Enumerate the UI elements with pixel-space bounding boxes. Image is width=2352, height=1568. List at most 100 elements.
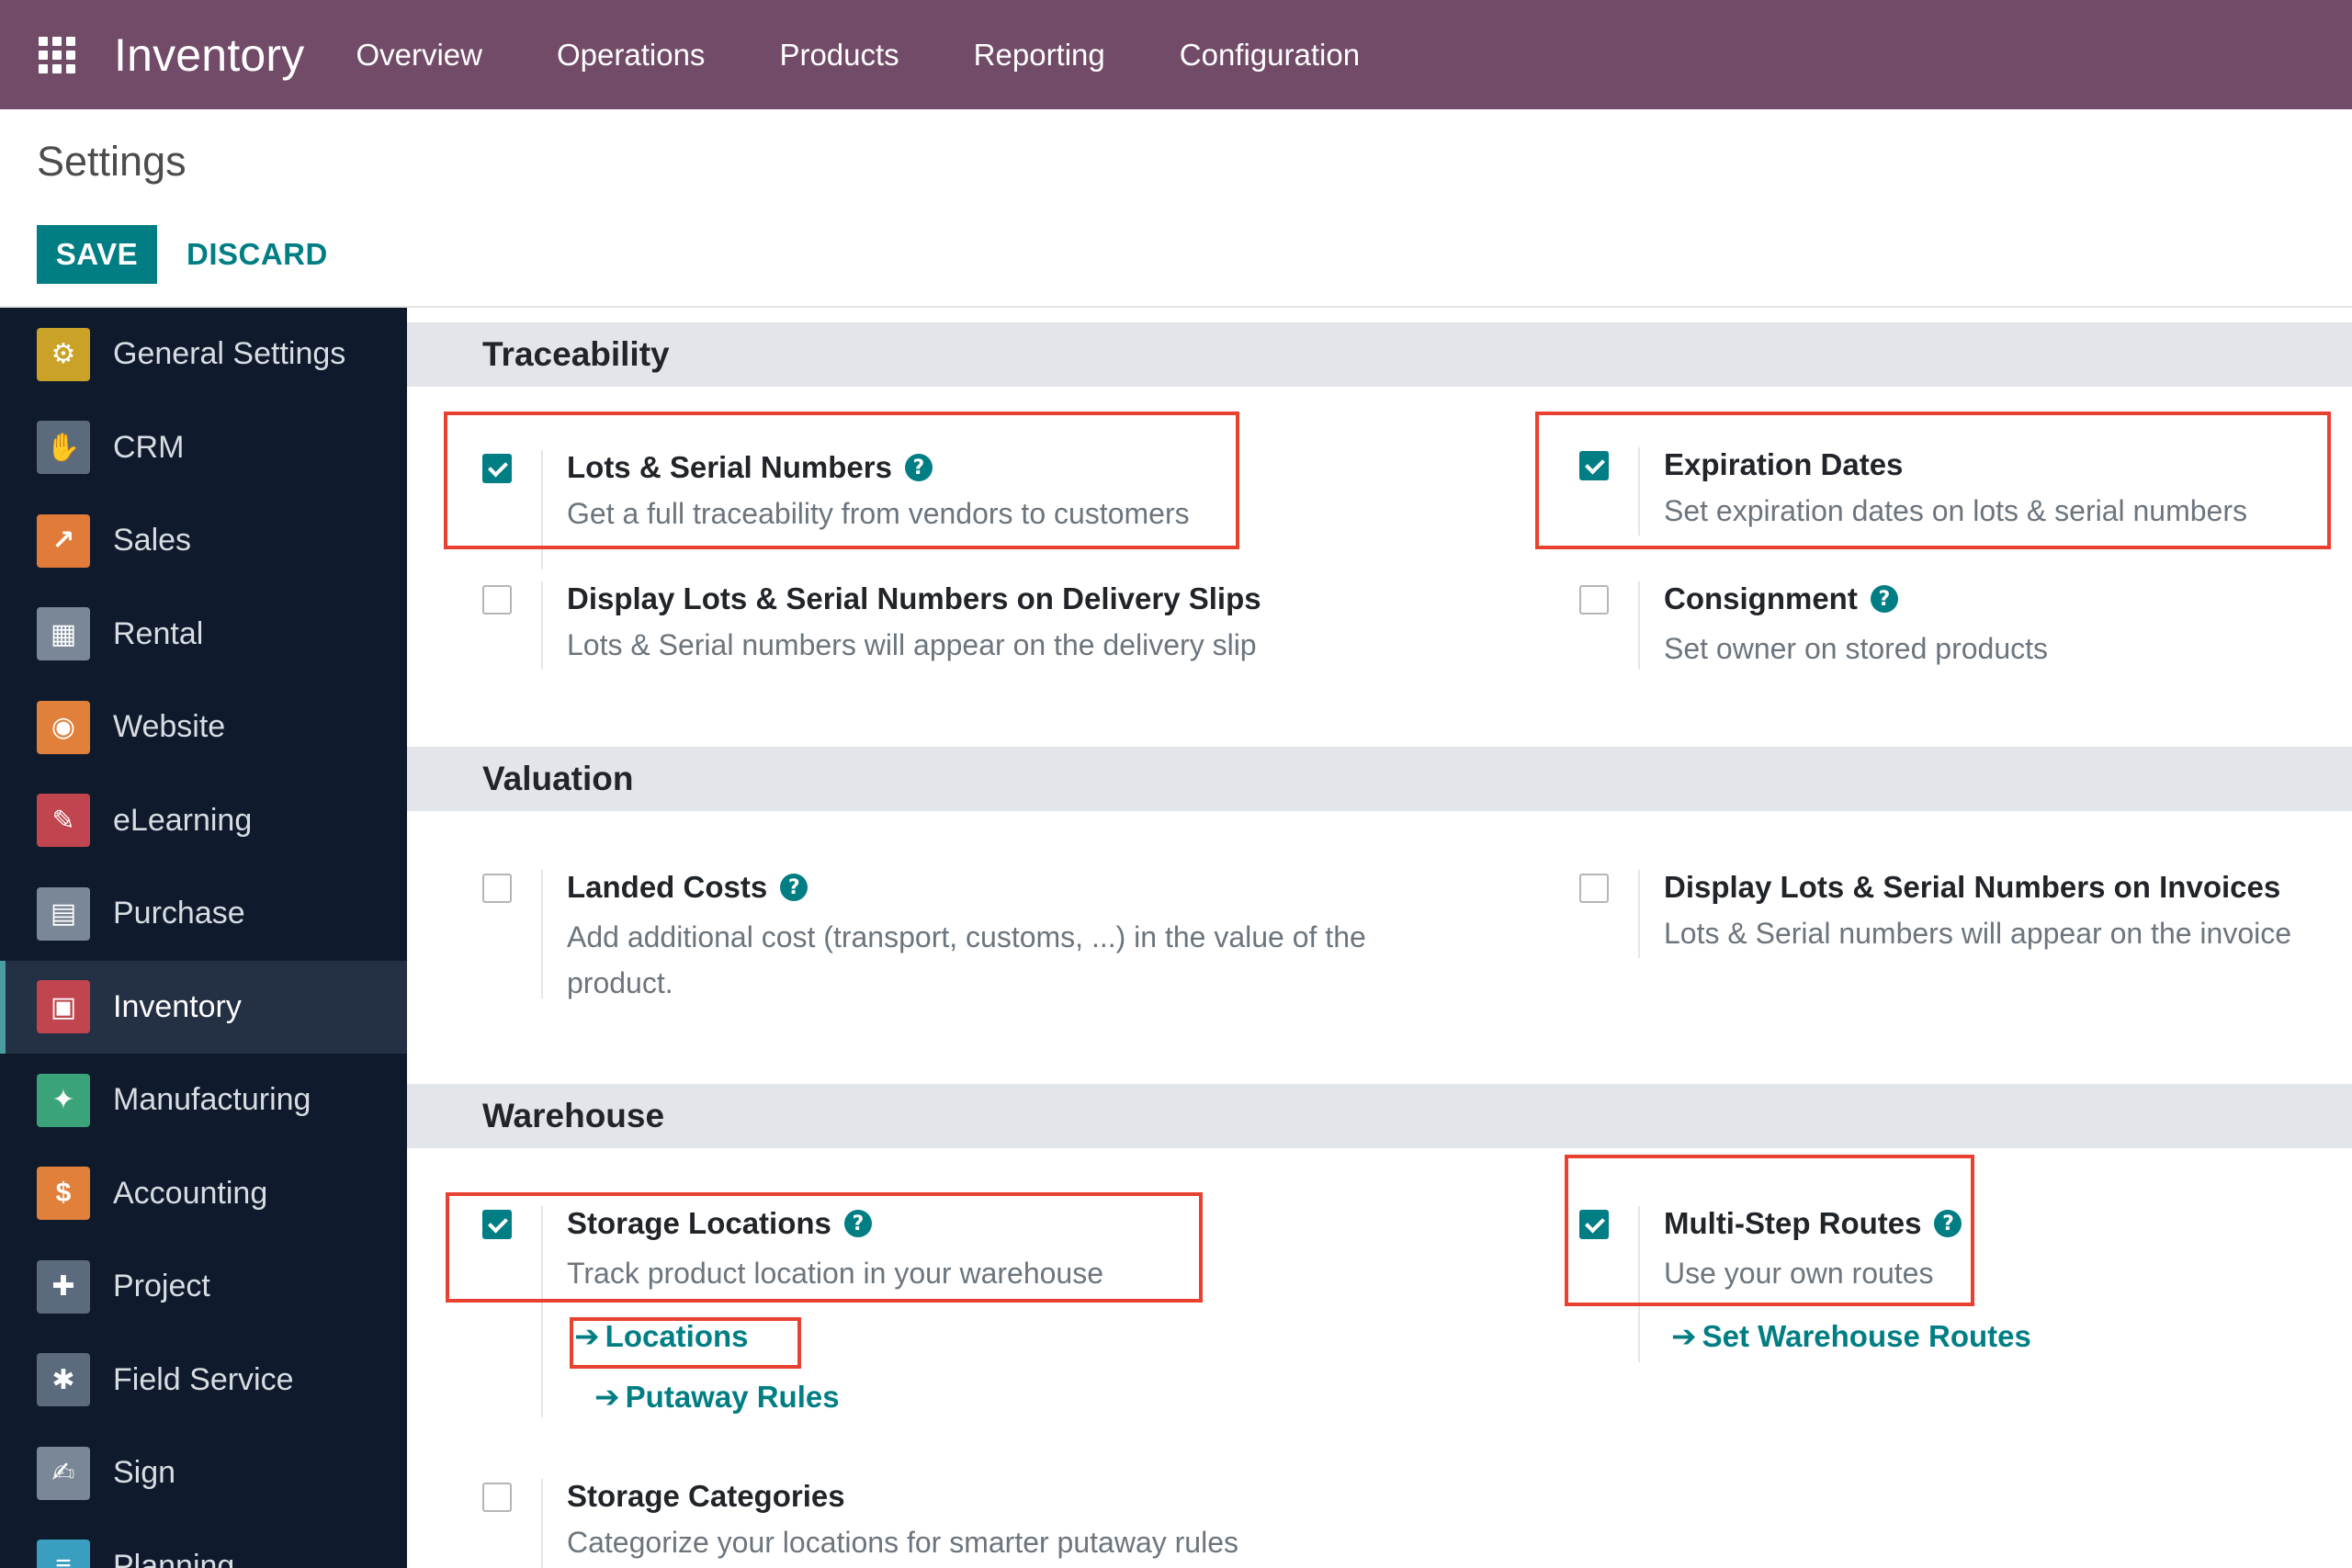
sign-icon: ✍ (37, 1446, 90, 1500)
storage-locations-checkbox[interactable] (482, 1210, 512, 1239)
setting-title: Multi-Step Routes ? (1664, 1206, 1962, 1241)
sidebar-item-sales[interactable]: ↗ Sales (0, 494, 407, 587)
globe-icon: ◉ (37, 700, 90, 754)
setting-description: Lots & Serial numbers will appear on the… (1664, 917, 2292, 950)
expiration-title: Expiration Dates (1664, 447, 1904, 481)
setting-consignment: Consignment ? Set owner on stored produc… (1579, 581, 2314, 682)
putaway-rules-link[interactable]: ➔ Putaway Rules (594, 1379, 840, 1415)
discard-button[interactable]: DISCARD (187, 225, 328, 284)
menu-reporting[interactable]: Reporting (974, 38, 1105, 73)
sidebar-item-label: Rental (113, 615, 204, 651)
lots-serial-checkbox[interactable] (482, 454, 512, 483)
chart-icon: ↗ (37, 513, 90, 568)
setting-storage-categories: Storage Categories Categorize your locat… (482, 1479, 1493, 1568)
display-lots-invoices-checkbox[interactable] (1579, 874, 1609, 903)
section-title: Warehouse (482, 1097, 665, 1134)
putaway-rules-link-label: Putaway Rules (625, 1380, 840, 1414)
lots-serial-title: Lots & Serial Numbers (567, 450, 892, 484)
consignment-checkbox[interactable] (1579, 585, 1609, 615)
sidebar-item-label: Purchase (113, 896, 245, 931)
sidebar-item-label: CRM (113, 429, 185, 465)
setting-title: Display Lots & Serial Numbers on Deliver… (567, 581, 1261, 616)
divider (541, 870, 543, 998)
sidebar-item-elearning[interactable]: ✎ eLearning (0, 774, 407, 867)
help-icon[interactable]: ? (843, 1210, 872, 1237)
setting-description: Categorize your locations for smarter pu… (567, 1526, 1238, 1559)
setting-title: Lots & Serial Numbers ? (567, 450, 933, 485)
sidebar-item-label: Sales (113, 523, 192, 558)
menu-products[interactable]: Products (779, 38, 899, 73)
help-icon[interactable]: ? (1870, 585, 1898, 613)
section-traceability: Traceability (407, 322, 2352, 387)
setting-description: Set expiration dates on lots & serial nu… (1664, 494, 2247, 527)
setting-title: Storage Categories (567, 1479, 845, 1514)
setting-description-cont: product. (567, 966, 673, 999)
help-icon[interactable]: ? (1934, 1210, 1962, 1237)
sidebar-item-label: eLearning (113, 802, 253, 838)
section-title: Traceability (482, 335, 670, 373)
sidebar-item-crm[interactable]: ✋ CRM (0, 401, 407, 494)
landed-costs-checkbox[interactable] (482, 874, 512, 903)
set-warehouse-routes-label: Set Warehouse Routes (1702, 1319, 2031, 1353)
divider (1638, 447, 1640, 536)
field-service-icon: ✱ (37, 1353, 90, 1406)
divider (541, 1206, 543, 1417)
multi-step-title: Multi-Step Routes (1664, 1206, 1922, 1240)
page-title: Settings (37, 138, 187, 185)
sidebar-item-field-service[interactable]: ✱ Field Service (0, 1334, 407, 1427)
set-warehouse-routes-link[interactable]: ➔ Set Warehouse Routes (1671, 1318, 2031, 1354)
sidebar-item-project[interactable]: ✚ Project (0, 1240, 407, 1333)
menu-configuration[interactable]: Configuration (1180, 38, 1360, 73)
sidebar-item-label: Website (113, 709, 226, 744)
setting-display-lots-invoices: Display Lots & Serial Numbers on Invoice… (1579, 870, 2351, 971)
top-navbar: Inventory Overview Operations Products R… (0, 0, 2352, 109)
sidebar-item-accounting[interactable]: $ Accounting (0, 1147, 407, 1240)
setting-description: Add additional cost (transport, customs,… (567, 920, 1366, 953)
help-icon[interactable]: ? (780, 874, 808, 901)
multi-step-checkbox[interactable] (1579, 1210, 1609, 1239)
storage-categories-checkbox[interactable] (482, 1483, 512, 1512)
help-icon[interactable]: ? (904, 454, 933, 481)
sidebar-item-label: Manufacturing (113, 1082, 311, 1117)
sidebar-item-general-settings[interactable]: ⚙ General Settings (0, 308, 407, 400)
sidebar-item-label: General Settings (113, 336, 346, 371)
locations-link[interactable]: ➔ Locations (574, 1318, 749, 1354)
sidebar-item-website[interactable]: ◉ Website (0, 681, 407, 773)
sidebar-item-label: Accounting (113, 1175, 268, 1211)
grid-icon[interactable] (35, 33, 79, 77)
rental-icon: ▦ (37, 607, 90, 660)
setting-lots-serial: Lots & Serial Numbers ? Get a full trace… (482, 450, 1309, 570)
sidebar-item-label: Sign (113, 1455, 176, 1490)
sidebar-item-manufacturing[interactable]: ✦ Manufacturing (0, 1054, 407, 1146)
puzzle-icon: ✚ (37, 1259, 90, 1314)
display-lots-delivery-checkbox[interactable] (482, 585, 512, 615)
expiration-checkbox[interactable] (1579, 451, 1609, 480)
storage-locations-title: Storage Locations (567, 1206, 831, 1240)
sidebar-item-planning[interactable]: ≡ Planning (0, 1520, 407, 1568)
menu-overview[interactable]: Overview (356, 38, 482, 73)
divider (541, 450, 543, 570)
sidebar-item-inventory[interactable]: ▣ Inventory (0, 960, 407, 1054)
sidebar-item-label: Project (113, 1269, 210, 1303)
setting-description: Lots & Serial numbers will appear on the… (567, 628, 1257, 661)
section-warehouse: Warehouse (407, 1084, 2352, 1148)
sidebar-item-sign[interactable]: ✍ Sign (0, 1427, 407, 1519)
display-lots-invoices-title: Display Lots & Serial Numbers on Invoice… (1664, 870, 2281, 904)
setting-title: Expiration Dates (1664, 447, 1903, 482)
sidebar-item-purchase[interactable]: ▤ Purchase (0, 867, 407, 960)
main-menu: Overview Operations Products Reporting C… (356, 38, 1434, 73)
section-title: Valuation (482, 760, 634, 797)
setting-description: Set owner on stored products (1664, 632, 2049, 665)
save-button[interactable]: SAVE (37, 225, 157, 284)
setting-title: Display Lots & Serial Numbers on Invoice… (1664, 870, 2280, 905)
app-brand[interactable]: Inventory (114, 28, 304, 82)
purchase-icon: ▤ (37, 886, 90, 941)
setting-title: Consignment ? (1664, 581, 1898, 616)
gear-icon: ⚙ (37, 327, 90, 381)
sidebar-item-rental[interactable]: ▦ Rental (0, 588, 407, 681)
consignment-title: Consignment (1664, 581, 1858, 615)
setting-storage-locations: Storage Locations ? Track product locati… (482, 1206, 1401, 1417)
sidebar-item-label: Field Service (113, 1361, 294, 1397)
arrow-right-icon: ➔ (1671, 1318, 1697, 1354)
menu-operations[interactable]: Operations (557, 38, 705, 73)
